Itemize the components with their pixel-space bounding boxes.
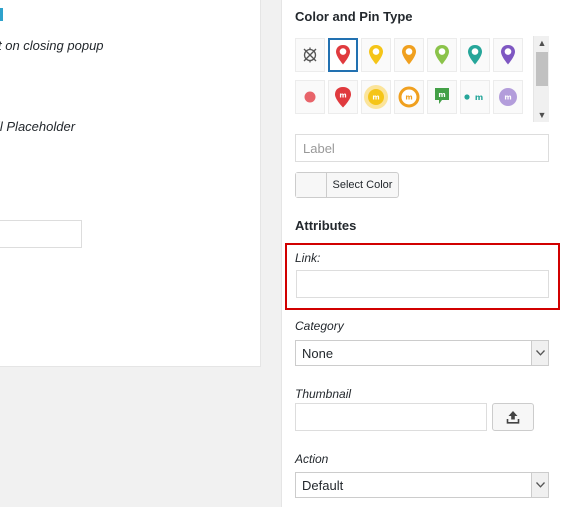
- ring-m-orange-icon[interactable]: m: [394, 80, 424, 114]
- pin-green-icon[interactable]: [427, 38, 457, 72]
- close-popup-option-label: t on closing popup: [0, 38, 104, 53]
- color-swatch: [296, 173, 327, 197]
- label-input[interactable]: Label: [295, 134, 549, 162]
- scrollbar-thumb[interactable]: [536, 52, 548, 86]
- pin-m-red-icon[interactable]: m: [328, 80, 358, 114]
- action-selected-value: Default: [302, 477, 344, 493]
- category-selected-value: None: [302, 345, 334, 361]
- select-color-button[interactable]: Select Color: [295, 172, 399, 198]
- placeholder-option-label: il Placeholder: [0, 119, 76, 134]
- select-color-label: Select Color: [332, 179, 393, 191]
- pin-orange-icon[interactable]: [394, 38, 424, 72]
- svg-text:m: m: [339, 92, 346, 100]
- dot-m-teal-icon[interactable]: m: [460, 80, 490, 114]
- pin-type-picker: m m m m m m ▲ ▼: [295, 36, 549, 122]
- thumbnail-label: Thumbnail: [295, 387, 352, 401]
- dot-red-icon[interactable]: [295, 80, 325, 114]
- chevron-down-icon[interactable]: [531, 473, 548, 497]
- upload-button[interactable]: [492, 403, 534, 431]
- action-select[interactable]: Default: [295, 472, 549, 498]
- pin-red-icon[interactable]: [328, 38, 358, 72]
- thumbnail-input[interactable]: [295, 403, 487, 431]
- left-accent-link[interactable]: [0, 8, 3, 21]
- chevron-down-icon[interactable]: [531, 341, 548, 365]
- circle-m-yellow-icon[interactable]: m: [361, 80, 391, 114]
- left-text-input[interactable]: [0, 220, 82, 248]
- pin-purple-icon[interactable]: [493, 38, 523, 72]
- left-settings-panel: t on closing popup il Placeholder: [0, 0, 261, 367]
- chat-m-green-icon[interactable]: m: [427, 80, 457, 114]
- svg-text:m: m: [405, 94, 412, 102]
- pin-teal-icon[interactable]: [460, 38, 490, 72]
- circle-m-lavender-icon[interactable]: m: [493, 80, 523, 114]
- svg-text:m: m: [372, 94, 379, 102]
- scroll-up-icon[interactable]: ▲: [534, 36, 550, 50]
- scroll-down-icon[interactable]: ▼: [534, 108, 550, 122]
- upload-icon: [506, 411, 520, 424]
- category-label: Category: [295, 319, 344, 333]
- link-field-highlight: [285, 243, 560, 310]
- action-label: Action: [295, 452, 329, 466]
- svg-text:m: m: [504, 94, 511, 102]
- pin-yellow-icon[interactable]: [361, 38, 391, 72]
- marker-settings-panel: Color and Pin Type m m m m m m ▲ ▼ Label…: [281, 0, 561, 507]
- svg-text:m: m: [475, 93, 483, 102]
- picker-scrollbar[interactable]: ▲ ▼: [533, 36, 549, 122]
- color-pin-type-title: Color and Pin Type: [295, 9, 413, 24]
- label-placeholder: Label: [303, 140, 335, 156]
- attributes-title: Attributes: [295, 218, 357, 233]
- crosshair-icon[interactable]: [295, 38, 325, 72]
- category-select[interactable]: None: [295, 340, 549, 366]
- svg-text:m: m: [438, 91, 445, 99]
